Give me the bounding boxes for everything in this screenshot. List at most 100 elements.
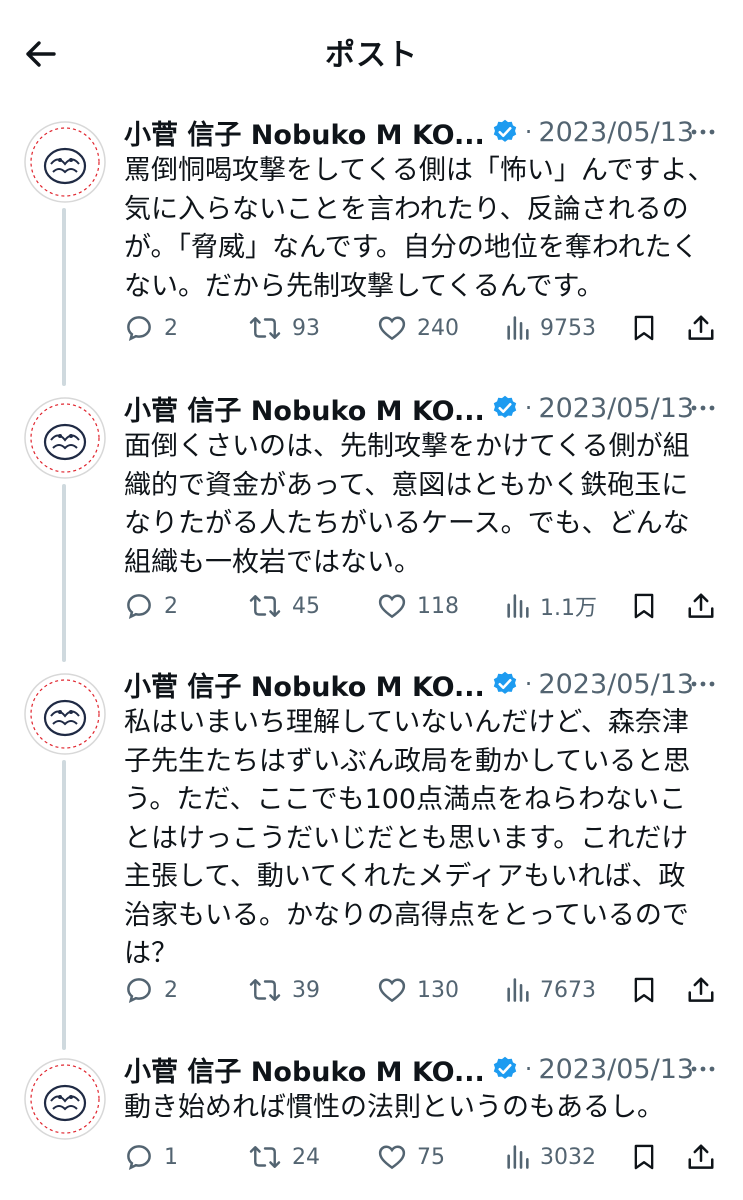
view-count: 9753 bbox=[540, 315, 596, 341]
reply-count: 2 bbox=[164, 315, 178, 341]
author-name[interactable]: 小菅 信子 Nobuko M KO... bbox=[124, 665, 485, 704]
bookmark-icon bbox=[634, 1144, 654, 1170]
action-bar: 2 39 130 7673 bbox=[124, 970, 724, 1010]
verified-badge-icon bbox=[493, 671, 516, 694]
like-button[interactable]: 130 bbox=[377, 970, 459, 1010]
share-icon bbox=[688, 315, 714, 340]
reply-button[interactable]: 1 bbox=[124, 1137, 178, 1177]
reply-button[interactable]: 2 bbox=[124, 586, 178, 626]
verified-badge-icon bbox=[493, 395, 516, 418]
reply-button[interactable]: 2 bbox=[124, 308, 178, 348]
action-bar: 2 45 118 1.1万 bbox=[124, 586, 724, 626]
view-count: 3032 bbox=[540, 1144, 596, 1170]
repost-button[interactable]: 45 bbox=[248, 586, 320, 626]
separator-dot: · bbox=[524, 394, 533, 422]
separator-dot: · bbox=[524, 670, 533, 698]
views-button[interactable]: 9753 bbox=[504, 308, 596, 348]
tweet-header: 小菅 信子 Nobuko M KO... · 2023/05/13 bbox=[124, 388, 723, 428]
tweet-text: 面倒くさいのは、先制攻撃をかけてくる側が組 織的で資金があって、意図はともかく鉄… bbox=[124, 431, 690, 578]
avatar[interactable] bbox=[23, 672, 107, 756]
views-button[interactable]: 3032 bbox=[504, 1137, 596, 1177]
verified-badge-icon bbox=[493, 119, 516, 142]
share-button[interactable] bbox=[686, 308, 716, 348]
author-name[interactable]: 小菅 信子 Nobuko M KO... bbox=[124, 113, 485, 152]
reply-count: 1 bbox=[164, 1144, 178, 1170]
avatar[interactable] bbox=[23, 1057, 107, 1141]
like-count: 130 bbox=[417, 977, 459, 1003]
action-bar: 2 93 240 9753 bbox=[124, 308, 724, 348]
share-icon bbox=[688, 1144, 714, 1169]
repost-count: 45 bbox=[292, 593, 320, 619]
action-bar: 1 24 75 3032 bbox=[124, 1137, 724, 1177]
tweet-header: 小菅 信子 Nobuko M KO... · 2023/05/13 bbox=[124, 112, 723, 152]
views-chart-icon bbox=[507, 1145, 529, 1169]
views-button[interactable]: 7673 bbox=[504, 970, 596, 1010]
tweet-date[interactable]: 2023/05/13 bbox=[538, 1054, 694, 1085]
bookmark-icon bbox=[634, 315, 654, 341]
views-chart-icon bbox=[507, 594, 529, 618]
heart-icon bbox=[378, 316, 406, 341]
more-options-icon[interactable] bbox=[689, 672, 717, 696]
view-count: 1.1万 bbox=[540, 596, 597, 621]
reply-count: 2 bbox=[164, 593, 178, 619]
repost-icon bbox=[249, 979, 281, 1001]
reply-count: 2 bbox=[164, 977, 178, 1003]
share-button[interactable] bbox=[686, 1137, 716, 1177]
page-title: ポスト bbox=[325, 38, 418, 73]
repost-count: 93 bbox=[292, 315, 320, 341]
share-icon bbox=[688, 977, 714, 1002]
repost-icon bbox=[249, 1146, 281, 1168]
tweet-header: 小菅 信子 Nobuko M KO... · 2023/05/13 bbox=[124, 664, 723, 704]
thread-line bbox=[62, 484, 66, 662]
share-button[interactable] bbox=[686, 586, 716, 626]
repost-icon bbox=[249, 317, 281, 339]
reply-icon bbox=[127, 594, 151, 620]
tweet-date[interactable]: 2023/05/13 bbox=[538, 393, 694, 424]
author-name[interactable]: 小菅 信子 Nobuko M KO... bbox=[124, 1050, 485, 1089]
heart-icon bbox=[378, 978, 406, 1003]
share-icon bbox=[688, 593, 714, 618]
separator-dot: · bbox=[524, 1055, 533, 1083]
bookmark-button[interactable] bbox=[630, 1137, 658, 1177]
repost-button[interactable]: 39 bbox=[248, 970, 320, 1010]
top-bar: ポスト bbox=[0, 0, 743, 104]
reply-button[interactable]: 2 bbox=[124, 970, 178, 1010]
tweet-text: 罵倒恫喝攻撃をしてくる側は「怖い」んですよ、 気に入らないことを言われたり、反論… bbox=[124, 155, 715, 302]
bookmark-icon bbox=[634, 977, 654, 1003]
repost-button[interactable]: 24 bbox=[248, 1137, 320, 1177]
bookmark-button[interactable] bbox=[630, 970, 658, 1010]
like-button[interactable]: 240 bbox=[377, 308, 459, 348]
heart-icon bbox=[378, 594, 406, 619]
share-button[interactable] bbox=[686, 970, 716, 1010]
more-options-icon[interactable] bbox=[689, 396, 717, 420]
like-count: 240 bbox=[417, 315, 459, 341]
tweet-text: 動き始めれば慣性の法則というのもあるし。 bbox=[124, 1092, 664, 1123]
avatar[interactable] bbox=[23, 396, 107, 480]
like-button[interactable]: 75 bbox=[377, 1137, 445, 1177]
tweet-date[interactable]: 2023/05/13 bbox=[538, 669, 694, 700]
tweet-date[interactable]: 2023/05/13 bbox=[538, 117, 694, 148]
views-button[interactable]: 1.1万 bbox=[504, 586, 597, 626]
repost-button[interactable]: 93 bbox=[248, 308, 320, 348]
repost-icon bbox=[249, 595, 281, 617]
like-count: 118 bbox=[417, 593, 459, 619]
more-options-icon[interactable] bbox=[689, 120, 717, 144]
avatar[interactable] bbox=[23, 120, 107, 204]
like-button[interactable]: 118 bbox=[377, 586, 459, 626]
more-options-icon[interactable] bbox=[689, 1057, 717, 1081]
bookmark-icon bbox=[634, 593, 654, 619]
separator-dot: · bbox=[524, 118, 533, 146]
views-chart-icon bbox=[507, 978, 529, 1002]
tweet-text: 私はいまいち理解していないんだけど、森奈津 子先生たちはずいぶん政局を動かしてい… bbox=[124, 707, 691, 969]
views-chart-icon bbox=[507, 316, 529, 340]
repost-count: 39 bbox=[292, 977, 320, 1003]
thread-line bbox=[62, 760, 66, 1050]
tweet-header: 小菅 信子 Nobuko M KO... · 2023/05/13 bbox=[124, 1049, 723, 1089]
author-name[interactable]: 小菅 信子 Nobuko M KO... bbox=[124, 389, 485, 428]
repost-count: 24 bbox=[292, 1144, 320, 1170]
reply-icon bbox=[127, 1145, 151, 1171]
bookmark-button[interactable] bbox=[630, 308, 658, 348]
reply-icon bbox=[127, 978, 151, 1004]
bookmark-button[interactable] bbox=[630, 586, 658, 626]
reply-icon bbox=[127, 316, 151, 342]
